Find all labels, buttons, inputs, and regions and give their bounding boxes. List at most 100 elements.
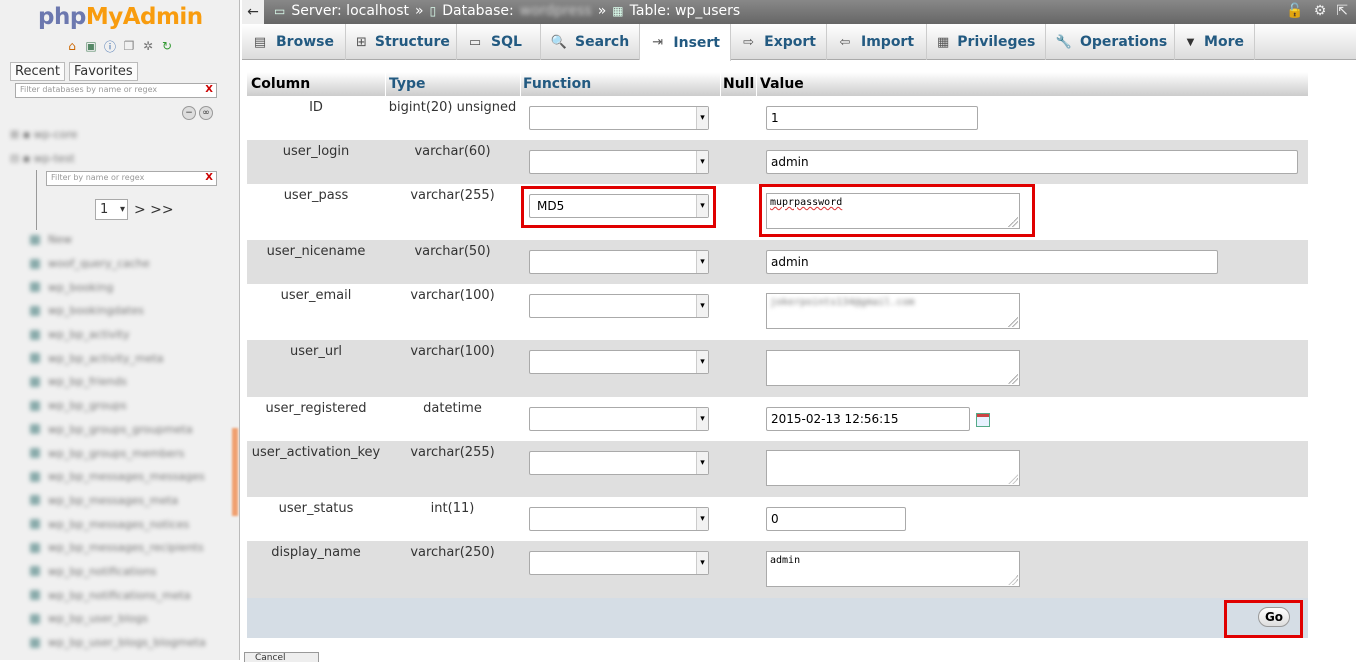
tree-connector	[36, 170, 37, 230]
table-item[interactable]: wp_bp_messages_messages	[30, 465, 206, 489]
header-function[interactable]: Function	[523, 76, 591, 92]
chevron-down-icon: ▾	[696, 408, 708, 430]
nav-icon-bar: ⌂ ▣ ⓘ ❐ ✲ ↻	[64, 38, 175, 54]
value-textarea[interactable]: jokerpoints134@gmail.com	[766, 293, 1020, 329]
page-select[interactable]: 1	[95, 199, 128, 220]
table-item[interactable]: wp_bp_activity	[30, 323, 206, 347]
function-select[interactable]: ▾	[529, 350, 709, 374]
resize-grip-icon[interactable]	[1008, 374, 1018, 384]
table-item[interactable]: wp_bp_groups	[30, 394, 206, 418]
value-input[interactable]: admin	[766, 250, 1218, 274]
lock-icon[interactable]: 🔓	[1286, 3, 1303, 19]
table-item[interactable]: woof_query_cache	[30, 252, 206, 276]
collapse-icon[interactable]: ⇱	[1336, 3, 1348, 19]
reload-icon[interactable]: ↻	[159, 38, 175, 54]
gear-icon[interactable]: ⚙	[1314, 3, 1327, 19]
tab-privileges[interactable]: ▦ Privileges	[927, 24, 1046, 60]
clear-table-filter-icon[interactable]: X	[205, 172, 213, 183]
value-textarea[interactable]	[766, 350, 1020, 386]
table-item[interactable]: wp_bookingdates	[30, 299, 206, 323]
docs-icon[interactable]: ❐	[121, 38, 137, 54]
tab-structure[interactable]: ⊞ Structure	[346, 24, 457, 60]
recent-tab[interactable]: Recent	[10, 62, 65, 81]
value-input[interactable]: 0	[766, 507, 906, 531]
table-item[interactable]: wp_bp_messages_recipients	[30, 536, 206, 560]
collapse-all-icon[interactable]: −	[182, 106, 196, 120]
breadcrumb-database[interactable]: Database:	[442, 3, 514, 19]
exit-icon[interactable]: ▣	[83, 38, 99, 54]
tab-insert[interactable]: ⇥ Insert	[640, 24, 731, 61]
phpmyadmin-logo[interactable]: phpMyAdmin	[38, 4, 203, 30]
home-icon[interactable]: ⌂	[64, 38, 80, 54]
table-item[interactable]: wp_bp_notifications	[30, 560, 206, 584]
structure-icon: ⊞	[356, 34, 367, 50]
column-type: datetime	[423, 401, 482, 416]
table-item[interactable]: wp_bp_messages_meta	[30, 489, 206, 513]
tab-operations[interactable]: 🔧 Operations	[1046, 24, 1175, 60]
calendar-icon[interactable]	[976, 413, 990, 427]
import-icon: ⇦	[839, 34, 851, 50]
value-input[interactable]: admin	[766, 150, 1298, 174]
help-icon[interactable]: ⓘ	[102, 38, 118, 54]
table-item[interactable]: wp_booking	[30, 275, 206, 299]
column-type: int(11)	[430, 501, 475, 516]
tab-search[interactable]: 🔍 Search	[541, 24, 640, 60]
value-input[interactable]: 1	[766, 106, 978, 130]
table-item[interactable]: wp_bp_groups_groupmeta	[30, 418, 206, 442]
tab-more[interactable]: ▼ More	[1175, 24, 1255, 60]
function-select[interactable]: ▾	[529, 451, 709, 475]
bottom-tab[interactable]: Cancel	[244, 652, 319, 662]
tab-import[interactable]: ⇦ Import	[827, 24, 927, 60]
breadcrumb-server[interactable]: Server: localhost	[291, 3, 409, 19]
header-type[interactable]: Type	[389, 76, 426, 92]
table-item[interactable]: wp_bp_notifications_meta	[30, 583, 206, 607]
column-name: user_nicename	[266, 244, 366, 259]
chevron-down-icon: ▾	[696, 107, 708, 129]
table-item[interactable]: wp_bp_activity_meta	[30, 346, 206, 370]
column-name: user_email	[280, 288, 352, 303]
function-select[interactable]: ▾	[529, 150, 709, 174]
table-menu: ▤ Browse ⊞ Structure ▭ SQL 🔍 Search ⇥ Insert …	[242, 24, 1356, 61]
function-select[interactable]: ▾	[529, 551, 709, 575]
value-textarea[interactable]: admin	[766, 551, 1020, 587]
tab-browse[interactable]: ▤ Browse	[242, 24, 346, 60]
resize-grip-icon[interactable]	[1008, 317, 1018, 327]
column-type: bigint(20) unsigned	[388, 100, 517, 115]
logo-myadmin-text: MyAdmin	[85, 4, 203, 30]
back-arrow-icon[interactable]: ←	[242, 0, 264, 24]
value-textarea[interactable]	[766, 450, 1020, 486]
resize-grip-icon[interactable]	[1008, 575, 1018, 585]
clear-database-filter-icon[interactable]: X	[205, 84, 213, 95]
function-select[interactable]: ▾	[529, 294, 709, 318]
table-item[interactable]: wp_bp_groups_members	[30, 441, 206, 465]
breadcrumb-table[interactable]: Table: wp_users	[630, 3, 741, 19]
table-item[interactable]: wp_bp_messages_notices	[30, 512, 206, 536]
breadcrumb-database-name[interactable]: wordpress	[520, 3, 592, 19]
table-item[interactable]: wp_bp_user_blogs	[30, 607, 206, 631]
next-page-links[interactable]: > >>	[134, 202, 174, 218]
settings-icon[interactable]: ✲	[140, 38, 156, 54]
header-value: Value	[760, 76, 804, 92]
tab-sql[interactable]: ▭ SQL	[457, 24, 541, 60]
new-table-item[interactable]: New	[30, 228, 206, 252]
link-with-main-icon[interactable]: ∞	[199, 106, 213, 120]
function-select[interactable]: ▾	[529, 106, 709, 130]
resize-grip-icon[interactable]	[1008, 474, 1018, 484]
table-item[interactable]: wp_bp_friends	[30, 370, 206, 394]
favorites-tab[interactable]: Favorites	[68, 62, 138, 81]
insert-form: Column Type Function Null Value ID bigin…	[247, 72, 1308, 638]
privileges-icon: ▦	[937, 34, 950, 50]
column-name: user_login	[282, 144, 350, 159]
database-item[interactable]: ⊞ ▪ wp-core	[10, 128, 77, 141]
nav-resize-handle[interactable]	[232, 428, 238, 516]
function-select[interactable]: ▾	[529, 407, 709, 431]
function-select[interactable]: ▾	[529, 507, 709, 531]
tab-export[interactable]: ⇨ Export	[731, 24, 827, 60]
value-input[interactable]: 2015-02-13 12:56:15	[766, 407, 970, 431]
table-row: display_name varchar(250) ▾ admin	[247, 541, 1308, 598]
table-filter-input[interactable]: Filter by name or regex X	[46, 171, 217, 186]
function-select[interactable]: ▾	[529, 250, 709, 274]
table-item[interactable]: wp_bp_user_blogs_blogmeta	[30, 631, 206, 655]
database-item[interactable]: ⊟ ▪ wp-test	[10, 152, 75, 165]
database-filter-input[interactable]: Filter databases by name or regex X	[15, 83, 217, 98]
